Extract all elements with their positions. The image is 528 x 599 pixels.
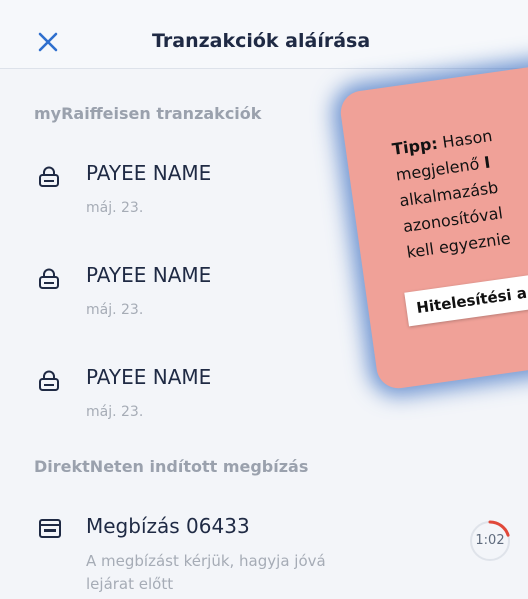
order-description-line2: lejárat előtt xyxy=(86,575,174,593)
tip-line2-bold: I xyxy=(482,152,492,173)
transaction-date: máj. 23. xyxy=(86,302,144,318)
transaction-date: máj. 23. xyxy=(86,404,144,420)
section-title-myraiffeisen: myRaiffeisen tranzakciók xyxy=(34,104,262,123)
tip-text: Tipp: Hason megjelenő I alkalmazásb azon… xyxy=(391,123,513,266)
page-title: Tranzakciók aláírása xyxy=(152,30,371,52)
close-icon xyxy=(38,32,58,52)
top-bar: Tranzakciók aláírása xyxy=(0,0,528,69)
tip-auth-tag: Hitelesítési a xyxy=(404,260,528,327)
card-terminal-icon xyxy=(39,519,61,538)
payee-name: PAYEE NAME xyxy=(86,365,212,389)
order-name: Megbízás 06433 xyxy=(86,514,250,538)
lock-icon xyxy=(39,166,59,187)
lock-icon xyxy=(39,268,59,289)
close-button[interactable] xyxy=(36,30,60,54)
transaction-date: máj. 23. xyxy=(86,200,144,216)
lock-icon xyxy=(39,370,59,391)
expiry-timer: 1:02 xyxy=(468,519,512,563)
order-item[interactable]: Megbízás 06433 A megbízást kérjük, hagyj… xyxy=(0,505,528,599)
tip-line1: Hason xyxy=(436,126,494,153)
payee-name: PAYEE NAME xyxy=(86,263,212,287)
tip-label: Tipp: xyxy=(390,133,439,159)
timer-label: 1:02 xyxy=(475,533,505,548)
payee-name: PAYEE NAME xyxy=(86,161,212,185)
order-description: A megbízást kérjük, hagyja jóvá xyxy=(86,552,326,570)
section-title-direktnet: DirektNeten indított megbízás xyxy=(34,457,309,476)
